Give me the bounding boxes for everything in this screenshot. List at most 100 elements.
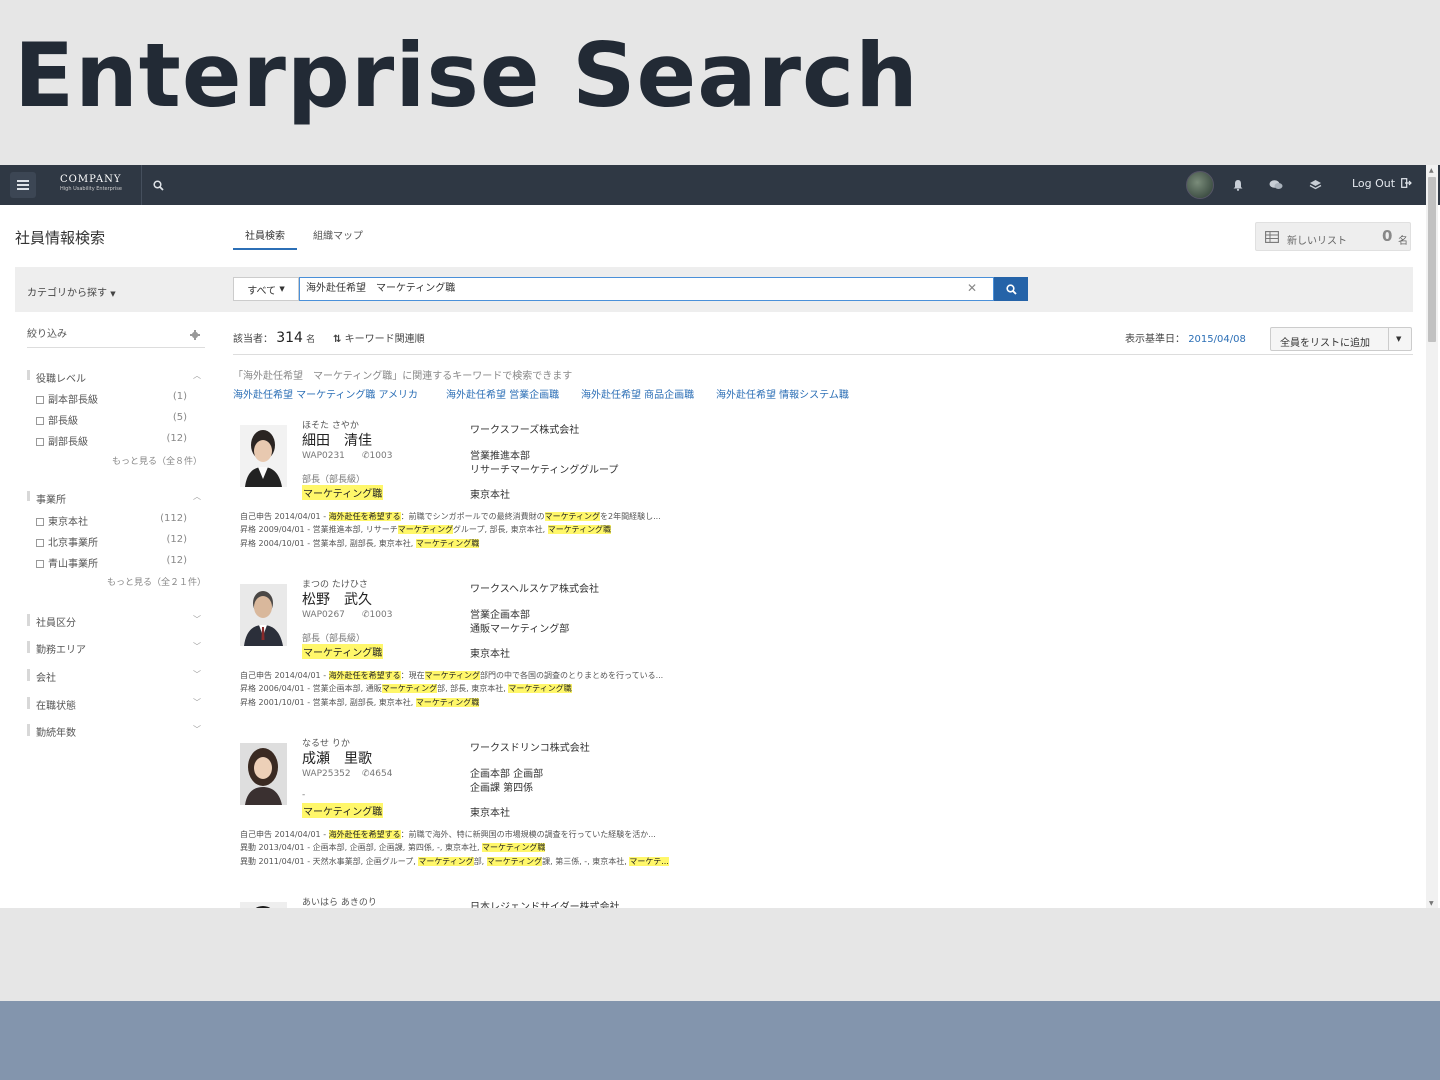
checkbox[interactable]	[36, 518, 44, 526]
related-keyword-link[interactable]: 海外赴任希望 商品企画職	[581, 386, 694, 401]
list-count-unit: 名	[1398, 236, 1408, 247]
filter-option[interactable]: 副本部長級 (1)	[36, 391, 197, 406]
show-more-link[interactable]: もっと見る（全２１件）	[107, 575, 206, 588]
checkbox[interactable]	[36, 560, 44, 568]
scrollbar-thumb[interactable]	[1428, 177, 1436, 342]
keyword-highlight: マーケティング	[544, 512, 600, 521]
history-line: 昇格 2001/10/01 - 営業本部, 副部長, 東京本社, マーケティング…	[240, 697, 480, 708]
history-text: 昇格 2006/04/01 - 営業企画本部, 通販	[240, 684, 382, 693]
sort-selector[interactable]: ⇅ キーワード関連順	[333, 330, 425, 345]
search-input[interactable]: 海外赴任希望 マーケティング職	[299, 277, 994, 301]
filter-heading: 絞り込み	[27, 329, 67, 340]
filter-group-office[interactable]: 事業所 ︿	[27, 491, 205, 506]
date-link[interactable]: 2015/04/08	[1188, 334, 1246, 345]
person-card[interactable]: まつの たけひさ 松野 武久 WAP0267 ✆1003 部長（部長級） マーケ…	[240, 577, 940, 727]
keyword-highlight: マーケティング	[381, 684, 438, 693]
gear-icon[interactable]	[190, 325, 200, 344]
keyword-highlight: 海外赴任を希望する	[328, 512, 401, 521]
person-photo[interactable]	[240, 425, 287, 487]
chevron-up-icon[interactable]: ︿	[193, 491, 201, 502]
history-text: 部,	[473, 857, 487, 866]
scroll-down-icon[interactable]: ▼	[1429, 900, 1434, 907]
user-avatar[interactable]	[1186, 171, 1214, 199]
keyword-highlight: マーケティング	[418, 857, 474, 866]
logout-button[interactable]: Log Out	[1352, 177, 1412, 190]
caret-down-icon[interactable]: ▼	[1396, 335, 1401, 343]
layers-icon[interactable]	[1302, 172, 1328, 198]
reference-date: 表示基準日： 2015/04/08	[1125, 334, 1246, 345]
filter-group-collapsed[interactable]: 勤続年数 ﹀	[27, 724, 205, 739]
person-photo[interactable]	[240, 584, 287, 646]
person-name[interactable]: 松野 武久	[302, 589, 372, 609]
related-keyword-link[interactable]: 海外赴任希望 営業企画職	[446, 386, 559, 401]
history-text: グループ, 部長, 東京本社,	[452, 525, 548, 534]
show-more-link[interactable]: もっと見る（全８件）	[112, 454, 202, 467]
filter-group-collapsed[interactable]: 社員区分 ﹀	[27, 614, 205, 629]
new-list-label: 新しいリスト	[1287, 236, 1347, 247]
bell-icon[interactable]	[1225, 172, 1251, 198]
filter-option[interactable]: 青山事業所 (12)	[36, 555, 197, 570]
top-navbar: COMPANY High Usability Enterprise Log Ou…	[0, 165, 1440, 205]
chevron-down-icon[interactable]: ﹀	[193, 614, 201, 625]
hamburger-menu-icon[interactable]	[10, 172, 36, 198]
scroll-up-icon[interactable]: ▲	[1429, 167, 1434, 174]
person-name[interactable]: 成瀬 里歌	[302, 748, 372, 768]
slide-title: Enterprise Search	[14, 24, 919, 127]
history-line: 昇格 2009/04/01 - 営業推進本部, リサーチマーケティンググループ,…	[240, 524, 612, 535]
new-list-box[interactable]: 新しいリスト 0 名	[1255, 222, 1411, 251]
keyword-highlight: マーケティング	[486, 857, 543, 866]
keyword-highlight: マーケティング職	[547, 525, 612, 534]
checkbox[interactable]	[36, 396, 44, 404]
chevron-down-icon[interactable]: ﹀	[193, 697, 201, 708]
related-keyword-link[interactable]: 海外赴任希望 情報システム職	[716, 386, 849, 401]
keyword-highlight: マーケティング	[424, 671, 480, 680]
search-bar-area: カテゴリから探す ▼ すべて ▼ 海外赴任希望 マーケティング職 ✕	[15, 267, 1413, 312]
add-all-to-list-button[interactable]: 全員をリストに追加 ▼	[1270, 327, 1412, 351]
clear-icon[interactable]: ✕	[967, 281, 977, 295]
tab-org-map[interactable]: 組織マップ	[313, 227, 363, 248]
person-card[interactable]: あいはら あきのり 日本レジェンドサイダー株式会社	[240, 895, 940, 908]
phone-icon: ✆	[362, 451, 370, 461]
person-photo[interactable]	[240, 743, 287, 805]
history-text: 昇格 2009/04/01 - 営業推進本部, リサーチ	[240, 525, 398, 534]
search-button[interactable]	[994, 277, 1028, 301]
checkbox[interactable]	[36, 417, 44, 425]
search-icon[interactable]	[145, 172, 171, 198]
checkbox[interactable]	[36, 539, 44, 547]
history-text: ：現在	[400, 671, 425, 680]
person-name[interactable]: 細田 清佳	[302, 430, 372, 450]
chevron-down-icon[interactable]: ﹀	[193, 724, 201, 735]
phone-icon: ✆	[362, 610, 370, 620]
scope-select[interactable]: すべて ▼	[233, 277, 299, 301]
filter-group-collapsed[interactable]: 勤務エリア ﹀	[27, 641, 205, 656]
related-keyword-link[interactable]: 海外赴任希望 マーケティング職 アメリカ	[233, 386, 418, 401]
tab-employee-search[interactable]: 社員検索	[233, 227, 297, 250]
company-logo[interactable]: COMPANY High Usability Enterprise	[60, 174, 122, 192]
chevron-down-icon[interactable]: ﹀	[193, 641, 201, 652]
results-divider	[233, 354, 1413, 355]
history-text: を2年間経験し...	[599, 512, 661, 521]
filter-group-collapsed[interactable]: 在職状態 ﹀	[27, 697, 205, 712]
person-card[interactable]: ほそた さやか 細田 清佳 WAP0231 ✆1003 部長（部長級） マーケテ…	[240, 418, 940, 568]
person-card[interactable]: なるせ りか 成瀬 里歌 WAP25352 ✆4654 - マーケティング職 ワ…	[240, 736, 940, 886]
search-icon	[1005, 283, 1017, 295]
category-dropdown[interactable]: カテゴリから探す ▼	[27, 284, 116, 299]
history-text: 自己申告 2014/04/01 -	[240, 671, 329, 680]
history-line: 自己申告 2014/04/01 - 海外赴任を希望する：前職で海外、特に新興国の…	[240, 829, 656, 840]
filter-option[interactable]: 北京事業所 (12)	[36, 534, 197, 549]
filter-option[interactable]: 副部長級 (12)	[36, 433, 197, 448]
app-window: COMPANY High Usability Enterprise Log Ou…	[0, 165, 1440, 908]
history-text: ：前職でシンガポールでの最終消費財の	[400, 512, 545, 521]
history-text: 昇格 2001/10/01 - 営業本部, 副部長, 東京本社,	[240, 698, 416, 707]
person-photo[interactable]	[240, 902, 287, 908]
chevron-up-icon[interactable]: ︿	[193, 370, 201, 381]
history-line: 自己申告 2014/04/01 - 海外赴任を希望する：現在マーケティング部門の…	[240, 670, 663, 681]
filter-group-collapsed[interactable]: 会社 ﹀	[27, 669, 205, 684]
phone-icon: ✆	[362, 769, 370, 779]
filter-option[interactable]: 部長級 (5)	[36, 412, 197, 427]
filter-option[interactable]: 東京本社 (112)	[36, 513, 197, 528]
chat-icon[interactable]	[1263, 172, 1289, 198]
checkbox[interactable]	[36, 438, 44, 446]
chevron-down-icon[interactable]: ﹀	[193, 669, 201, 680]
filter-group-position-level[interactable]: 役職レベル ︿	[27, 370, 205, 385]
